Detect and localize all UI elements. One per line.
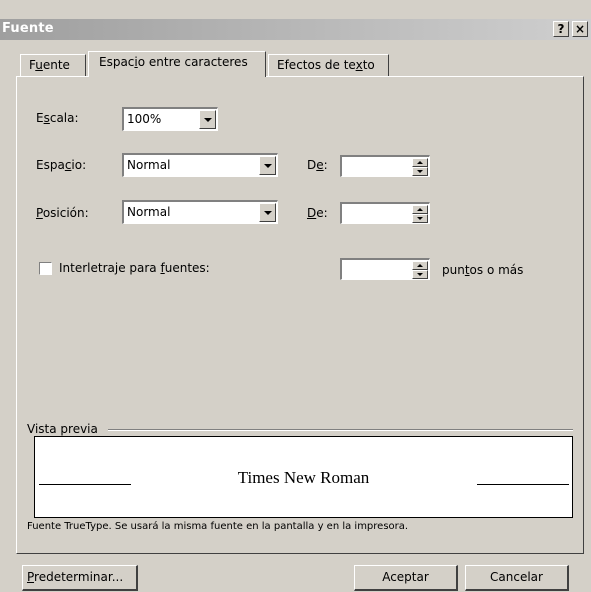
- preview-group-label: Vista previa: [27, 422, 98, 436]
- preview-sample-text: Times New Roman: [237, 468, 370, 487]
- spin-down-icon[interactable]: [412, 167, 428, 176]
- close-icon: ×: [574, 22, 586, 36]
- aceptar-button[interactable]: Aceptar: [354, 565, 458, 591]
- chevron-down-icon[interactable]: [259, 203, 276, 222]
- spin-down-icon[interactable]: [412, 214, 428, 223]
- help-button[interactable]: ?: [553, 21, 569, 37]
- title-bar: Fuente ? ×: [0, 19, 591, 40]
- posicion-value: Normal: [127, 205, 171, 219]
- preview-baseline-right: [477, 484, 569, 485]
- posicion-dropdown[interactable]: Normal: [122, 200, 278, 224]
- espacio-value: Normal: [127, 158, 171, 172]
- espacio-de-label: De:: [307, 158, 328, 172]
- escala-dropdown[interactable]: 100%: [122, 107, 218, 131]
- chevron-down-icon[interactable]: [199, 110, 216, 129]
- spin-up-icon[interactable]: [412, 205, 428, 214]
- font-dialog: Fuente ? × Fuente Espacio entre caracter…: [0, 0, 591, 592]
- preview-box: Times New Roman: [34, 436, 573, 518]
- puntos-label: puntos o más: [442, 263, 524, 277]
- predeterminar-button[interactable]: Predeterminar...: [22, 565, 138, 591]
- escala-label: Escala:: [36, 111, 79, 125]
- posicion-de-label: De:: [307, 206, 328, 220]
- spin-up-icon[interactable]: [412, 158, 428, 167]
- preview-group-line: [108, 429, 573, 431]
- chevron-down-icon[interactable]: [259, 156, 276, 175]
- spin-down-icon[interactable]: [412, 270, 428, 279]
- tab-fuente[interactable]: Fuente: [20, 54, 86, 76]
- close-button[interactable]: ×: [572, 21, 588, 37]
- escala-value: 100%: [127, 112, 162, 126]
- espacio-de-spinner[interactable]: [340, 155, 430, 177]
- tab-espacio-entre-caracteres[interactable]: Espacio entre caracteres: [88, 51, 266, 77]
- preview-note: Fuente TrueType. Se usará la misma fuent…: [27, 521, 409, 532]
- cancelar-button[interactable]: Cancelar: [465, 565, 569, 591]
- kerning-label[interactable]: Interletraje para fuentes:: [59, 261, 210, 275]
- help-icon: ?: [557, 22, 565, 36]
- window-title: Fuente: [2, 21, 54, 36]
- posicion-de-spinner[interactable]: [340, 202, 430, 224]
- tab-efectos-de-texto[interactable]: Efectos de texto: [268, 54, 389, 76]
- kerning-checkbox[interactable]: [39, 262, 52, 275]
- kerning-spinner[interactable]: [340, 258, 430, 280]
- espacio-dropdown[interactable]: Normal: [122, 153, 278, 177]
- posicion-label: Posición:: [36, 206, 89, 220]
- spin-up-icon[interactable]: [412, 261, 428, 270]
- espacio-label: Espacio:: [36, 158, 87, 172]
